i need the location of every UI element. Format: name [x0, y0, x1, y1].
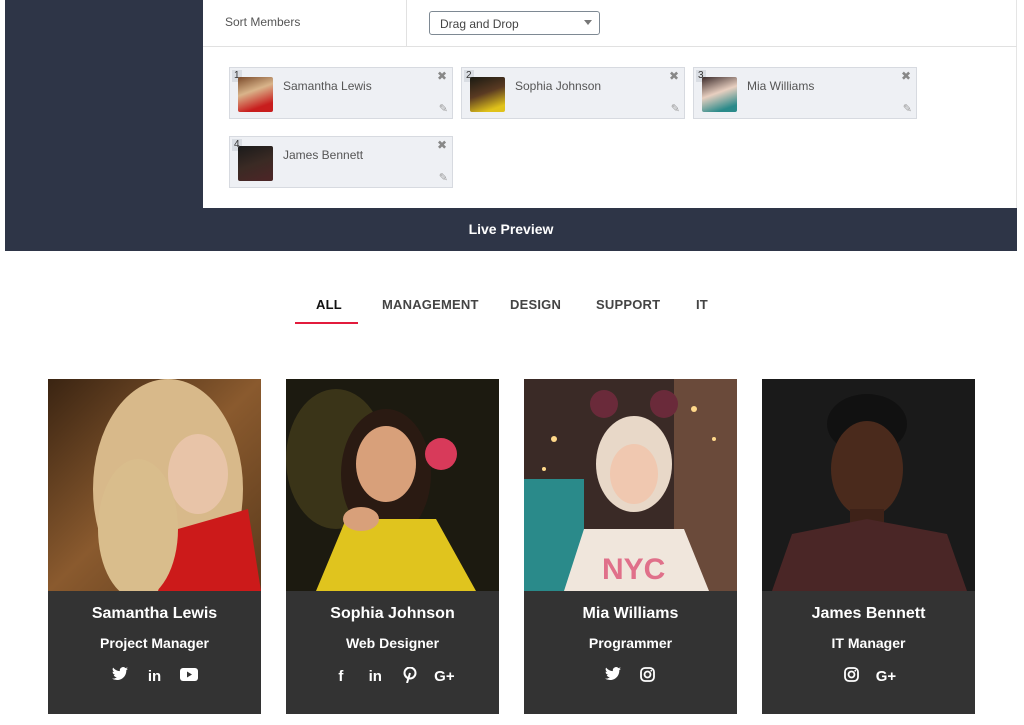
chevron-down-icon	[584, 20, 592, 25]
social-links: G+	[762, 667, 975, 687]
member-photo: NYC	[524, 379, 737, 591]
admin-sidebar	[5, 0, 203, 208]
tab-management[interactable]: MANAGEMENT	[382, 297, 479, 312]
instagram-icon[interactable]	[841, 667, 861, 687]
member-name: Samantha Lewis	[91, 605, 218, 622]
member-name: Sophia Johnson	[330, 605, 455, 622]
member-role: Web Designer	[345, 635, 440, 651]
team-member-card: NYC Mia Williams Programmer	[524, 379, 737, 714]
member-item[interactable]: 2 Sophia Johnson ✖ ✎	[461, 67, 685, 119]
instagram-icon[interactable]	[638, 667, 658, 687]
member-name: Mia Williams	[747, 79, 815, 93]
edit-icon[interactable]: ✎	[671, 102, 680, 115]
youtube-icon[interactable]	[179, 667, 199, 687]
sort-members-label: Sort Members	[225, 15, 301, 29]
twitter-icon[interactable]	[603, 667, 623, 687]
facebook-icon[interactable]: f	[331, 667, 351, 687]
member-item[interactable]: 1 Samantha Lewis ✖ ✎	[229, 67, 453, 119]
member-name: Samantha Lewis	[283, 79, 372, 93]
member-role: Programmer	[588, 635, 673, 651]
member-avatar	[702, 77, 737, 112]
active-tab-indicator	[295, 322, 358, 324]
edit-icon[interactable]: ✎	[439, 171, 448, 184]
google-plus-icon[interactable]: G+	[434, 667, 454, 687]
member-name: James Bennett	[811, 605, 926, 622]
svg-text:NYC: NYC	[602, 553, 665, 586]
member-role: IT Manager	[831, 635, 906, 651]
member-name: Sophia Johnson	[515, 79, 602, 93]
member-item[interactable]: 4 James Bennett ✖ ✎	[229, 136, 453, 188]
team-member-card: Samantha Lewis Project Manager in	[48, 379, 261, 714]
pinterest-icon[interactable]	[400, 666, 420, 687]
remove-icon[interactable]: ✖	[437, 138, 447, 152]
sort-members-row: Sort Members Drag and Drop	[203, 0, 1017, 47]
tab-it[interactable]: IT	[696, 297, 708, 312]
page: Sort Members Drag and Drop 1 Samantha Le…	[0, 0, 1024, 725]
tab-all[interactable]: ALL	[316, 297, 342, 312]
divider	[406, 0, 407, 47]
member-photo	[286, 379, 499, 591]
social-links: f in G+	[286, 666, 499, 687]
member-avatar	[238, 77, 273, 112]
linkedin-icon[interactable]: in	[145, 667, 165, 687]
remove-icon[interactable]: ✖	[437, 69, 447, 83]
member-avatar	[470, 77, 505, 112]
google-plus-icon[interactable]: G+	[876, 667, 896, 687]
tab-design[interactable]: DESIGN	[510, 297, 561, 312]
team-member-card: Sophia Johnson Web Designer f in G+	[286, 379, 499, 714]
member-role: Project Manager	[100, 635, 209, 651]
settings-panel: Sort Members Drag and Drop 1 Samantha Le…	[203, 0, 1017, 208]
sort-select[interactable]: Drag and Drop	[429, 11, 600, 35]
remove-icon[interactable]: ✖	[901, 69, 911, 83]
twitter-icon[interactable]	[110, 667, 130, 687]
member-photo	[48, 379, 261, 591]
member-photo	[762, 379, 975, 591]
team-member-card: James Bennett IT Manager G+	[762, 379, 975, 714]
sort-select-value: Drag and Drop	[440, 17, 519, 31]
live-preview-title: Live Preview	[468, 221, 554, 237]
live-preview-banner: Live Preview	[5, 208, 1017, 251]
edit-icon[interactable]: ✎	[903, 102, 912, 115]
linkedin-icon[interactable]: in	[365, 667, 385, 687]
social-links	[524, 667, 737, 687]
member-name: Mia Williams	[582, 605, 679, 622]
member-name: James Bennett	[283, 148, 364, 162]
member-item[interactable]: 3 Mia Williams ✖ ✎	[693, 67, 917, 119]
remove-icon[interactable]: ✖	[669, 69, 679, 83]
edit-icon[interactable]: ✎	[439, 102, 448, 115]
member-avatar	[238, 146, 273, 181]
social-links: in	[48, 667, 261, 687]
tab-support[interactable]: SUPPORT	[596, 297, 660, 312]
